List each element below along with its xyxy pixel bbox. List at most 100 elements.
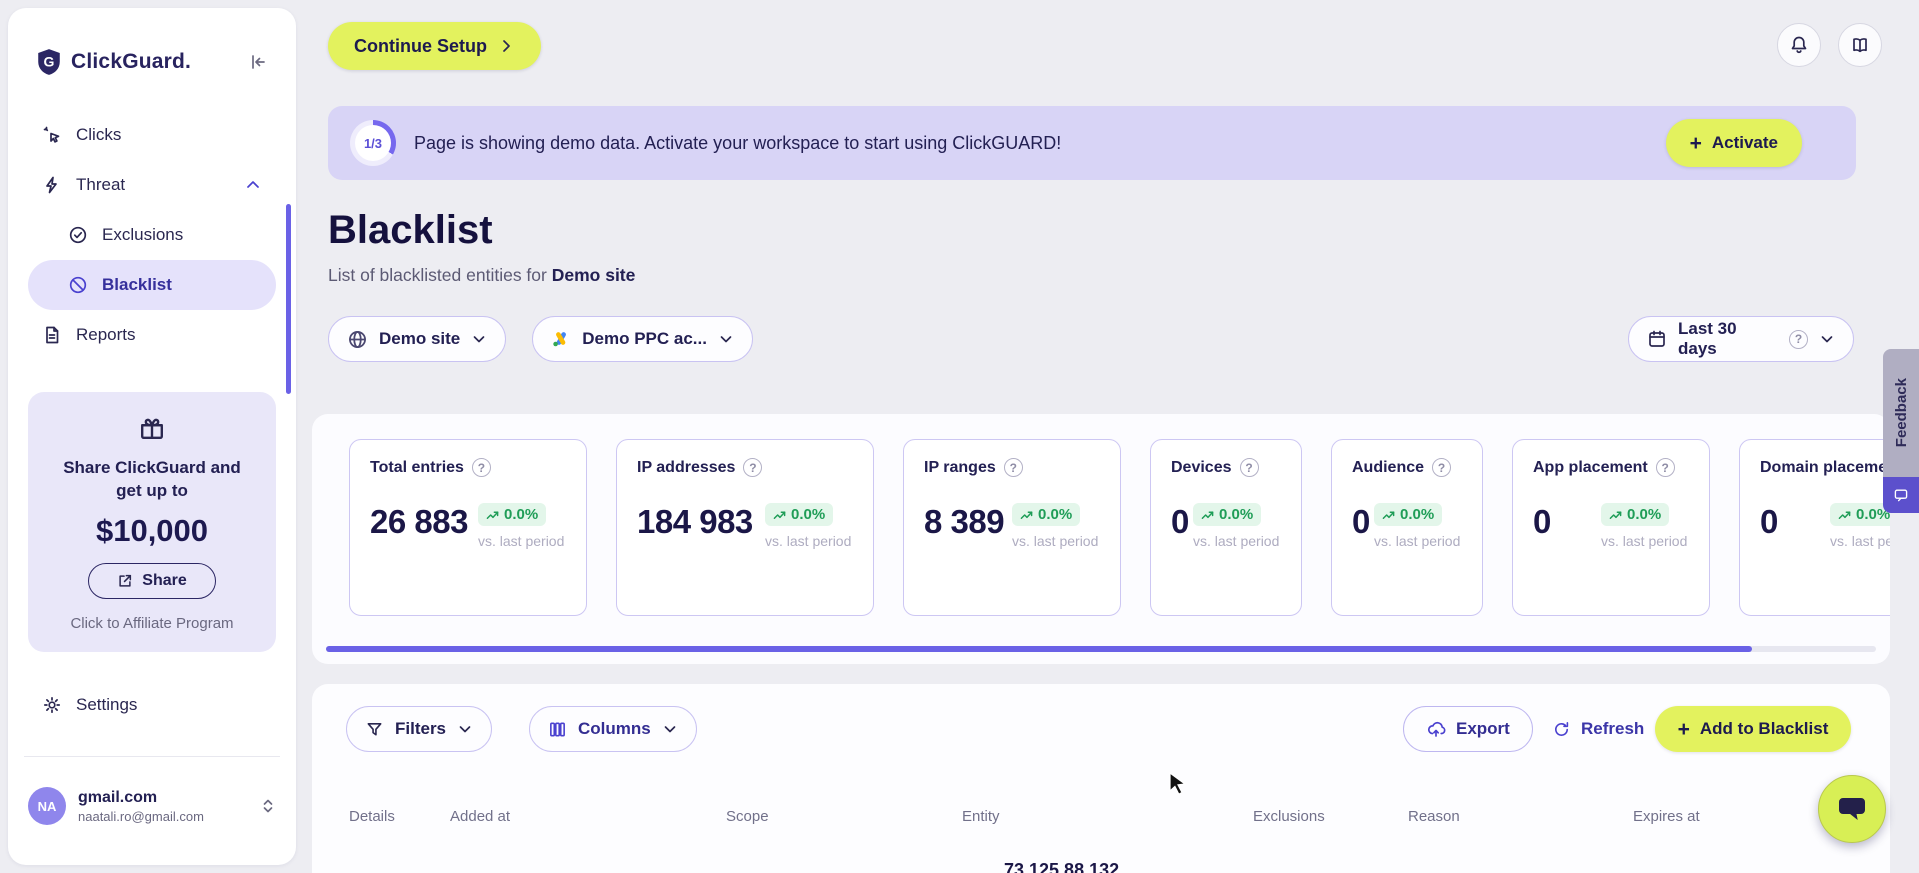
vs-last-period-label: vs. last period [1193, 533, 1280, 549]
stat-label: App placement [1533, 458, 1648, 476]
chevron-down-icon [457, 721, 473, 737]
site-selector[interactable]: Demo site [328, 316, 507, 362]
add-to-blacklist-button[interactable]: + Add to Blacklist [1655, 706, 1851, 752]
filters-dropdown[interactable]: Filters [346, 706, 493, 752]
vs-last-period-label: vs. last period [1012, 533, 1099, 549]
help-icon[interactable]: ? [1789, 329, 1808, 349]
help-icon[interactable]: ? [1239, 458, 1259, 477]
columns-icon [548, 720, 567, 739]
google-ads-icon [551, 329, 571, 349]
clickguard-app: G ClickGuard. Clicks Threat Exclusions B… [0, 0, 1919, 873]
stat-value: 0 [1533, 503, 1551, 540]
user-menu[interactable]: NA gmail.com naatali.ro@gmail.com [28, 779, 276, 834]
sidebar-item-exclusions[interactable]: Exclusions [28, 210, 276, 260]
plus-icon: + [1677, 717, 1690, 741]
setup-progress-value: 1/3 [355, 125, 391, 161]
globe-icon [347, 329, 368, 350]
stat-label: Domain placement [1760, 458, 1890, 476]
vs-last-period-label: vs. last period [1830, 533, 1890, 549]
sidebar-item-settings[interactable]: Settings [28, 680, 276, 730]
trend-badge: 0.0% [1012, 503, 1081, 526]
help-icon[interactable]: ? [471, 458, 491, 477]
chevron-down-icon [718, 331, 734, 347]
help-icon[interactable]: ? [1432, 458, 1452, 477]
stats-scrollbar-thumb[interactable] [326, 646, 1752, 652]
column-header-expires-at[interactable]: Expires at [1633, 808, 1700, 825]
arrow-right-icon [499, 38, 515, 54]
date-range-selector[interactable]: Last 30 days ? [1628, 316, 1854, 362]
column-header-scope[interactable]: Scope [726, 808, 769, 825]
help-icon[interactable]: ? [1003, 458, 1023, 477]
trend-badge: 0.0% [478, 503, 547, 526]
scope-filters: Demo site Demo PPC ac... [328, 316, 753, 362]
help-icon[interactable]: ? [1655, 458, 1675, 477]
feedback-button[interactable]: Feedback [1883, 349, 1919, 477]
sidebar: G ClickGuard. Clicks Threat Exclusions B… [8, 8, 296, 865]
stats-scrollbar-track [326, 646, 1876, 652]
column-header-reason[interactable]: Reason [1408, 808, 1460, 825]
continue-setup-button[interactable]: Continue Setup [328, 22, 541, 70]
clickguard-logo-icon: G [36, 48, 62, 76]
affiliate-promo-card[interactable]: Share ClickGuard and get up to $10,000 S… [28, 392, 276, 652]
stat-label: IP ranges [924, 458, 996, 476]
column-header-added-at[interactable]: Added at [450, 808, 510, 825]
user-email: naatali.ro@gmail.com [78, 808, 204, 824]
chat-bubble-icon [1837, 796, 1867, 822]
stat-label: Devices [1171, 458, 1232, 476]
avatar: NA [28, 787, 66, 826]
column-header-exclusions[interactable]: Exclusions [1253, 808, 1325, 825]
notifications-button[interactable] [1777, 23, 1821, 67]
sidebar-item-reports[interactable]: Reports [28, 310, 276, 360]
chevron-down-icon [1819, 331, 1835, 347]
sidebar-item-clicks[interactable]: Clicks [28, 110, 276, 160]
sort-chevrons-icon[interactable] [260, 797, 276, 815]
sidebar-nav: Clicks Threat Exclusions Blacklist Repor… [28, 110, 276, 360]
columns-dropdown[interactable]: Columns [529, 706, 697, 752]
document-icon [42, 325, 62, 345]
share-button[interactable]: Share [88, 562, 216, 599]
cloud-export-icon [1426, 719, 1446, 739]
stat-value: 8 389 [924, 503, 1005, 540]
gear-icon [42, 695, 62, 715]
user-name: gmail.com [78, 788, 158, 806]
trend-badge: 0.0% [1193, 503, 1262, 526]
sidebar-item-label: Blacklist [102, 275, 172, 294]
stat-value: 184 983 [637, 503, 753, 540]
column-header-entity[interactable]: Entity [962, 808, 1000, 825]
sidebar-item-threat[interactable]: Threat [28, 160, 276, 210]
chevron-down-icon [662, 721, 678, 737]
feedback-tab: Feedback [1883, 349, 1919, 513]
brand-logo: G ClickGuard. [36, 48, 272, 76]
sidebar-item-blacklist[interactable]: Blacklist [28, 260, 276, 310]
chevron-up-icon[interactable] [244, 176, 262, 194]
export-button[interactable]: Export [1403, 706, 1533, 752]
affiliate-link[interactable]: Click to Affiliate Program [42, 615, 262, 632]
help-icon[interactable]: ? [743, 458, 763, 477]
stat-label: Audience [1352, 458, 1425, 476]
vs-last-period-label: vs. last period [478, 533, 565, 549]
feedback-survey-button[interactable] [1883, 477, 1919, 513]
ppc-account-selector[interactable]: Demo PPC ac... [532, 316, 753, 362]
table-row[interactable]: 73.125.88.132 [312, 860, 1890, 873]
activate-button[interactable]: + Activate [1665, 119, 1802, 167]
lightning-icon [42, 175, 62, 195]
trend-badge: 0.0% [1830, 503, 1890, 526]
docs-button[interactable] [1838, 23, 1882, 67]
banner-message: Page is showing demo data. Activate your… [414, 132, 1062, 153]
vs-last-period-label: vs. last period [765, 533, 852, 549]
sidebar-scrollbar[interactable] [286, 204, 291, 394]
stat-card-ip-ranges: IP ranges? 8 389 0.0% vs. last period [903, 439, 1121, 616]
sidebar-collapse-icon[interactable] [244, 48, 272, 76]
stat-label: IP addresses [637, 458, 736, 476]
brand-name: ClickGuard. [71, 50, 192, 73]
chat-widget-button[interactable] [1818, 775, 1886, 843]
trend-badge: 0.0% [765, 503, 834, 526]
refresh-button[interactable]: Refresh [1542, 706, 1654, 752]
stat-value: 0 [1171, 503, 1189, 540]
vs-last-period-label: vs. last period [1601, 533, 1688, 549]
trend-badge: 0.0% [1601, 503, 1670, 526]
funnel-icon [365, 720, 384, 739]
column-header-details[interactable]: Details [349, 808, 395, 825]
external-link-icon [117, 573, 133, 589]
stat-card-domain-placement: Domain placement? 0 0.0% vs. last period [1739, 439, 1890, 616]
